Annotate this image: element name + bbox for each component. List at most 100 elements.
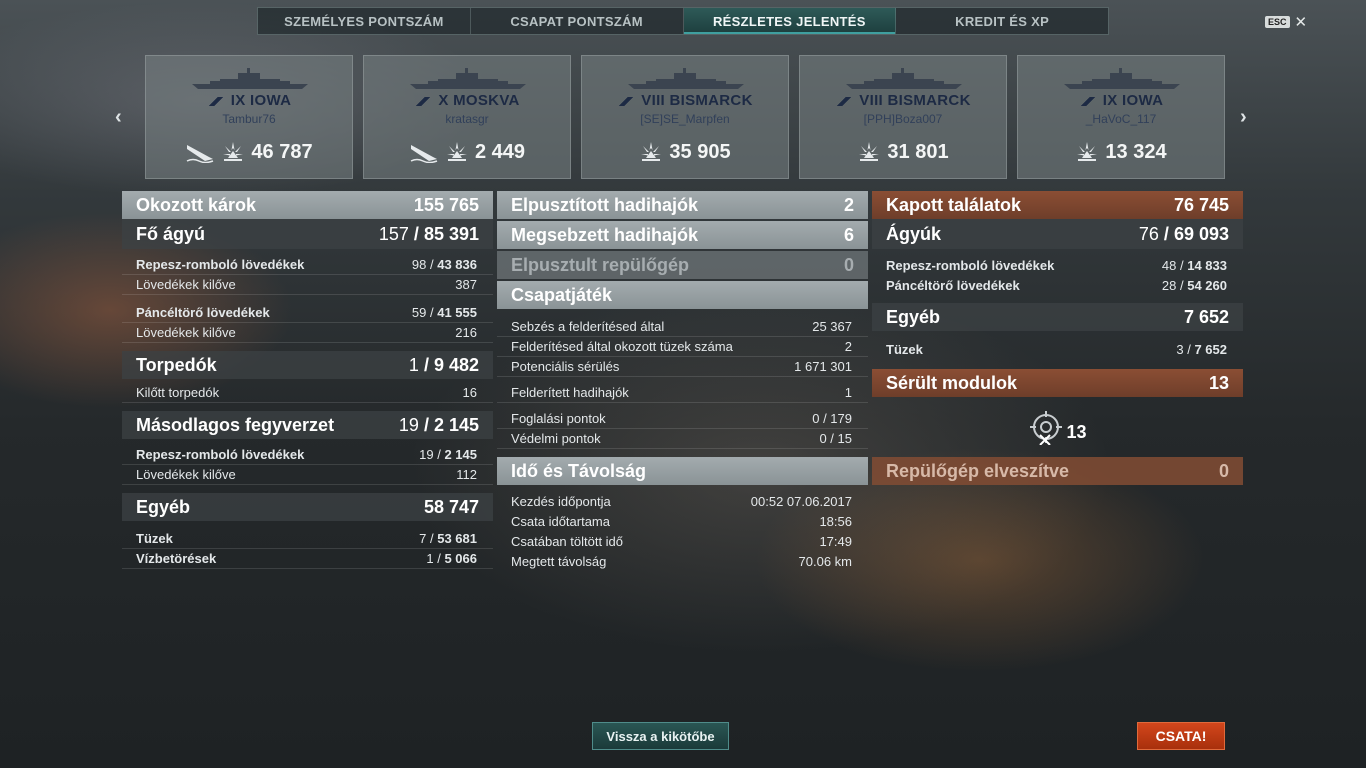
destroyed-ships-value: 2 (843, 194, 854, 215)
player-card[interactable]: IX IOWA Tambur76 46 787 (145, 55, 353, 179)
main-battery-value: 85 391 (423, 223, 479, 244)
other-header: Egyéb 58 747 (122, 493, 493, 521)
ship-name: X MOSKVA (364, 92, 570, 109)
ship-class-icon (1078, 96, 1097, 106)
secondary-label: Másodlagos fegyverzet (136, 414, 335, 435)
tab-team-score[interactable]: CSAPAT PONTSZÁM (471, 8, 684, 34)
ap-fired-row: Lövedékek kilőve 216 (122, 323, 493, 343)
damaged-ships-label: Megsebzett hadihajók (511, 224, 699, 245)
ship-name: IX IOWA (146, 92, 352, 109)
tab-bar: SZEMÉLYES PONTSZÁM CSAPAT PONTSZÁM RÉSZL… (257, 7, 1109, 35)
back-to-port-button[interactable]: Vissza a kikötőbe (592, 722, 729, 750)
damage-value: 46 787 (251, 140, 313, 163)
he-received-value: 14 833 (1187, 257, 1227, 273)
damage-value: 35 905 (669, 140, 731, 163)
close-button[interactable]: ESC ✕ (1265, 13, 1307, 31)
main-battery-header: Fő ágyú 157 / 85 391 (122, 219, 493, 249)
fires-received-count: 3 (1176, 341, 1184, 357)
prev-arrow-icon[interactable]: ‹ (115, 106, 122, 129)
time-in-battle-label: Csatában töltött idő (511, 533, 624, 549)
planes-destroyed-label: Elpusztult repülőgép (511, 254, 689, 275)
he-label: Repesz-romboló lövedékek (136, 257, 305, 272)
start-time-row: Kezdés időpontja 00:52 07.06.2017 (497, 491, 868, 511)
secondary-fired-label: Lövedékek kilőve (136, 467, 236, 482)
distance-label: Megtett távolság (511, 553, 607, 569)
player-card[interactable]: VIII BISMARCK [SE]SE_Marpfen 35 905 (581, 55, 789, 179)
start-time-value: 00:52 07.06.2017 (750, 493, 852, 509)
damage-dealt-panel: Okozott károk 155 765 Fő ágyú 157 / 85 3… (122, 191, 493, 569)
spotted-ships-label: Felderített hadihajók (511, 385, 629, 400)
capture-points-value: 0 / 179 (812, 411, 852, 426)
tab-personal-score[interactable]: SZEMÉLYES PONTSZÁM (258, 8, 471, 34)
other-received-header: Egyéb 7 652 (872, 303, 1243, 331)
ship-name-text: X MOSKVA (438, 92, 520, 109)
ap-fired-label: Lövedékek kilőve (136, 325, 236, 340)
esc-key-label: ESC (1265, 16, 1290, 28)
damaged-modules-value: 13 (1208, 372, 1229, 393)
fires-value: 53 681 (437, 531, 477, 546)
ap-shells-row: Páncéltörő lövedékek 59 / 41 555 (122, 303, 493, 323)
damage-received-panel: Kapott találatok 76 745 Ágyúk 76 / 69 09… (872, 191, 1243, 485)
card-stat: 35 905 (582, 140, 788, 164)
ship-class-icon (835, 96, 854, 106)
ship-name-text: IX IOWA (1102, 92, 1164, 109)
damaged-modules-label: Sérült modulok (886, 372, 1018, 393)
player-card[interactable]: VIII BISMARCK [PPH]Boza007 31 801 (799, 55, 1007, 179)
he-shells-row: Repesz-romboló lövedékek 98 / 43 836 (122, 255, 493, 275)
next-arrow-icon[interactable]: › (1240, 106, 1247, 129)
torpedoes-count: 1 (408, 354, 419, 375)
damage-header-value: 155 765 (413, 194, 479, 215)
fires-received-row: Tüzek 3 / 7 652 (886, 341, 1227, 357)
guns-received-header: Ágyúk 76 / 69 093 (872, 219, 1243, 249)
modules-summary: 13 (872, 397, 1243, 457)
secondary-value: 2 145 (433, 414, 479, 435)
potential-damage-row: Potenciális sérülés 1 671 301 (497, 357, 868, 377)
damage-header: Okozott károk 155 765 (122, 191, 493, 219)
ship-name: VIII BISMARCK (800, 92, 1006, 109)
secondary-count: 19 (398, 414, 419, 435)
time-distance-header: Idő és Távolság (497, 457, 868, 485)
flooding-count: 1 (426, 551, 434, 566)
ship-silhouette-icon (846, 68, 962, 89)
secondary-he-label: Repesz-romboló lövedékek (136, 447, 305, 462)
ap-value: 41 555 (437, 305, 477, 320)
other-label: Egyéb (136, 496, 191, 517)
potential-damage-value: 1 671 301 (794, 359, 852, 374)
player-name: [PPH]Boza007 (863, 112, 943, 126)
ap-fired-value: 216 (455, 325, 477, 340)
card-stat: 13 324 (1018, 140, 1224, 164)
tab-detailed-report[interactable]: RÉSZLETES JELENTÉS (683, 8, 897, 34)
player-card[interactable]: IX IOWA _HaVoC_117 13 324 (1017, 55, 1225, 179)
damage-icon (641, 142, 662, 161)
spot-fires-row: Felderítésed által okozott tüzek száma 2 (497, 337, 868, 357)
secondary-header: Másodlagos fegyverzet 19 / 2 145 (122, 411, 493, 439)
ap-count: 59 (411, 305, 427, 320)
card-stat: 2 449 (364, 140, 570, 164)
hits-received-label: Kapott találatok (886, 194, 1022, 215)
hits-received-header: Kapott találatok 76 745 (872, 191, 1243, 219)
distance-row: Megtett távolság 70.06 km (497, 551, 868, 571)
damage-icon (446, 142, 467, 161)
damaged-modules-count: 13 (1066, 421, 1087, 442)
ap-received-label: Páncéltörő lövedékek (886, 277, 1020, 293)
damaged-ships-header: Megsebzett hadihajók 6 (497, 221, 868, 249)
ap-received-count: 28 (1161, 277, 1177, 293)
destroyed-ships-label: Elpusztított hadihajók (511, 194, 698, 215)
other-received-value: 7 652 (1183, 306, 1229, 327)
he-received-count: 48 (1161, 257, 1177, 273)
secondary-he-row: Repesz-romboló lövedékek 19 / 2 145 (122, 445, 493, 465)
damaged-ships-value: 6 (843, 224, 854, 245)
battle-button[interactable]: CSATA! (1137, 722, 1225, 750)
defense-points-label: Védelmi pontok (511, 431, 601, 446)
torpedoes-fired-label: Kilőtt torpedók (136, 385, 220, 400)
capture-points-row: Foglalási pontok 0 / 179 (497, 409, 868, 429)
close-icon[interactable]: ✕ (1295, 13, 1308, 31)
player-card[interactable]: X MOSKVA kratasgr 2 449 (363, 55, 571, 179)
fires-row: Tüzek 7 / 53 681 (122, 529, 493, 549)
start-time-label: Kezdés időpontja (511, 493, 611, 509)
guns-received-label: Ágyúk (886, 223, 942, 244)
tab-credits-xp[interactable]: KREDIT ÉS XP (896, 8, 1108, 34)
ship-silhouette-icon (1064, 68, 1180, 89)
flooding-row: Vízbetörések 1 / 5 066 (122, 549, 493, 569)
ap-received-value: 54 260 (1187, 277, 1227, 293)
